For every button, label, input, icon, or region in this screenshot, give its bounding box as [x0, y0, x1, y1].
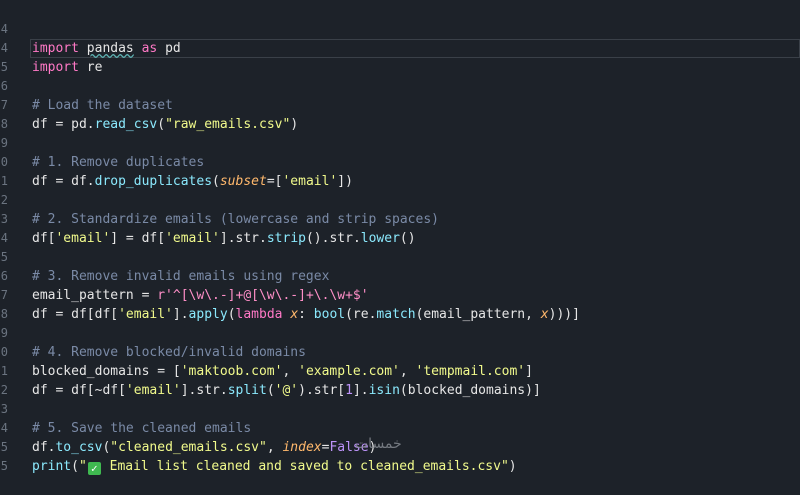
code-line[interactable]: 2	[0, 362, 800, 397]
code-line[interactable]: 5	[0, 39, 800, 74]
code-line[interactable]: 5 # 3. Remove invalid emails using regex	[0, 229, 800, 284]
code-line[interactable]: 6 email_pattern = r'^[\w\.-]+@[\w\.-]+\.…	[0, 248, 800, 303]
code-line[interactable]: 1	[0, 153, 800, 188]
code-line[interactable]: 8	[0, 96, 800, 131]
code-line[interactable]: 4 df.to_csv("cleaned_emails.csv", index=…	[0, 400, 800, 455]
code-line[interactable]: 4 import re	[0, 20, 800, 75]
code-line[interactable]: 2 # 2. Standardize emails (lowercase and…	[0, 172, 800, 227]
watermark: خمسات	[355, 436, 402, 452]
code-editor[interactable]: 4 import pandas as pd 4 import re 5 6 # …	[0, 0, 800, 475]
check-mark-icon: ✓	[87, 462, 101, 475]
code-line[interactable]: 3 # 5. Save the cleaned emails	[0, 381, 800, 436]
code-line[interactable]: 9 # 1. Remove duplicates	[0, 115, 800, 170]
code-line[interactable]: 0 df = df.drop_duplicates(subset=['email…	[0, 134, 800, 189]
code-line[interactable]: 4 import pandas as pd	[0, 1, 800, 56]
code-line[interactable]: 3 df['email'] = df['email'].str.strip().…	[0, 191, 800, 246]
code-line[interactable]: 7 df = df[df['email'].apply(lambda x: bo…	[0, 267, 800, 322]
code-line[interactable]: 8	[0, 286, 800, 321]
code-line[interactable]: 4	[0, 210, 800, 245]
code-line[interactable]: 7 df = pd.read_csv("raw_emails.csv")	[0, 77, 800, 132]
code-line[interactable]: 0 blocked_domains = ['maktoob.com', 'exa…	[0, 324, 800, 379]
code-line[interactable]: 9 # 4. Remove blocked/invalid domains	[0, 305, 800, 360]
code-line[interactable]: 1 df = df[~df['email'].str.split('@').st…	[0, 343, 800, 398]
code-line[interactable]: 6 # Load the dataset	[0, 58, 800, 113]
